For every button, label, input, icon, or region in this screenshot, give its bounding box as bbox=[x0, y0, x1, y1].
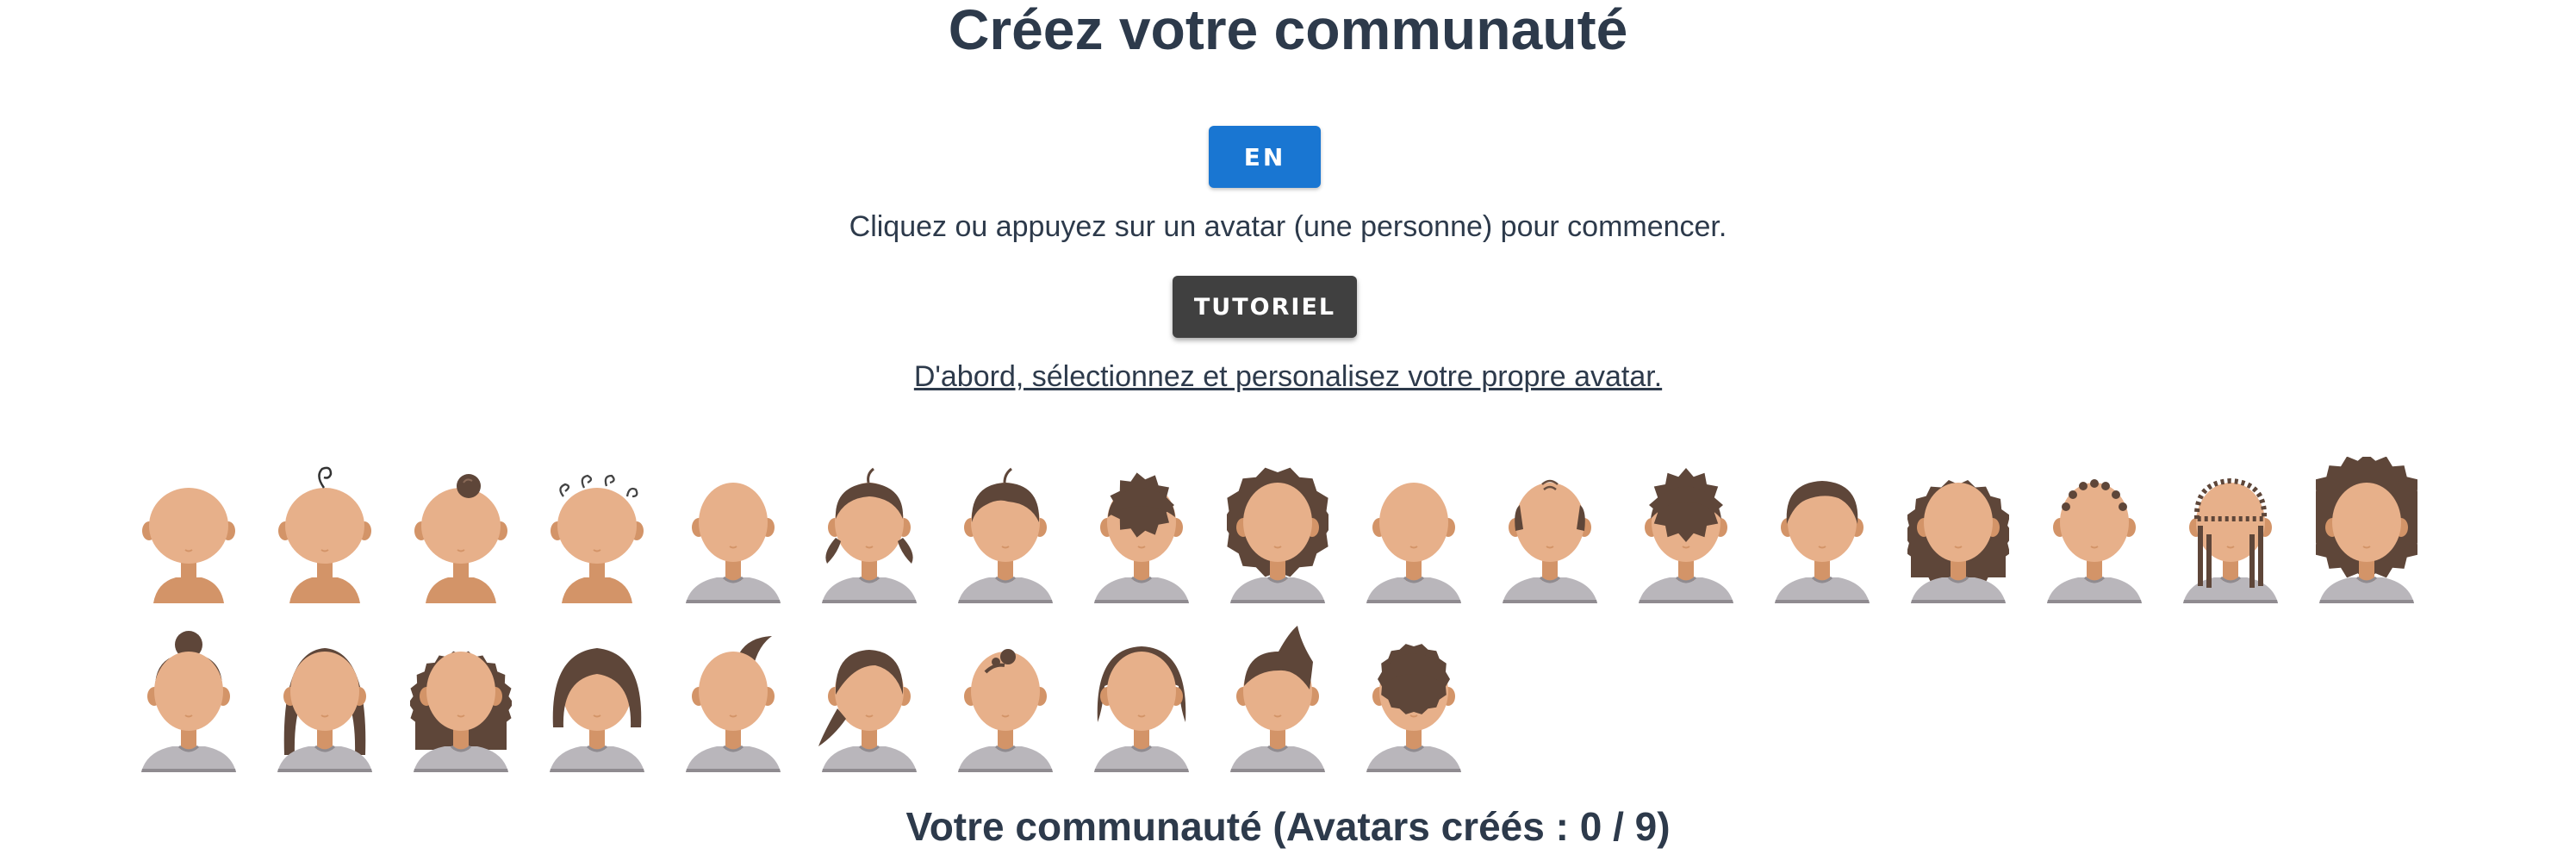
small-bun-avatar-icon[interactable] bbox=[955, 626, 1056, 772]
pigtails-avatar-icon[interactable] bbox=[818, 457, 920, 603]
curly-short-avatar-icon[interactable] bbox=[1091, 457, 1192, 603]
bald-avatar-icon[interactable] bbox=[682, 457, 784, 603]
curly-medium-avatar-icon[interactable] bbox=[1227, 457, 1328, 603]
page-title: Créez votre communauté bbox=[948, 0, 1628, 61]
baby-curl-avatar-icon[interactable] bbox=[274, 457, 376, 603]
top-bun-avatar-icon[interactable] bbox=[138, 626, 240, 772]
personalize-hint-link[interactable]: D'abord, sélectionnez et personalisez vo… bbox=[0, 360, 2576, 394]
short-cropped-avatar-icon[interactable] bbox=[2044, 457, 2145, 603]
avatar-gallery bbox=[138, 457, 2447, 795]
spiky-curly-avatar-icon[interactable] bbox=[1635, 457, 1737, 603]
long-curly-avatar-icon[interactable] bbox=[1907, 457, 2009, 603]
instructions-text: Cliquez ou appuyez sur un avatar (une pe… bbox=[849, 210, 1727, 243]
bangs-bob-avatar-icon[interactable] bbox=[1091, 626, 1192, 772]
avatar-row bbox=[138, 626, 2447, 772]
long-wavy-avatar-icon[interactable] bbox=[410, 626, 512, 772]
buzz-curls-avatar-icon[interactable] bbox=[1363, 626, 1465, 772]
afro-avatar-icon[interactable] bbox=[2316, 457, 2417, 603]
language-button[interactable]: EN bbox=[1209, 126, 1321, 188]
tutorial-button[interactable]: TUTORIEL bbox=[1173, 276, 1357, 338]
baby-curls-avatar-icon[interactable] bbox=[546, 457, 648, 603]
short-hair-avatar-icon[interactable] bbox=[955, 457, 1056, 603]
shaved-avatar-icon[interactable] bbox=[1363, 457, 1465, 603]
baby-bald-avatar-icon[interactable] bbox=[138, 457, 240, 603]
long-straight-avatar-icon[interactable] bbox=[274, 626, 376, 772]
swoop-avatar-icon[interactable] bbox=[682, 626, 784, 772]
baby-topknot-avatar-icon[interactable] bbox=[410, 457, 512, 603]
avatar-row bbox=[138, 457, 2447, 603]
balding-avatar-icon[interactable] bbox=[1499, 457, 1601, 603]
ponytail-avatar-icon[interactable] bbox=[818, 626, 920, 772]
bob-avatar-icon[interactable] bbox=[546, 626, 648, 772]
community-counter: Votre communauté (Avatars créés : 0 / 9) bbox=[905, 804, 1671, 849]
pompadour-avatar-icon[interactable] bbox=[1227, 626, 1328, 772]
side-part-avatar-icon[interactable] bbox=[1771, 457, 1873, 603]
long-braids-avatar-icon[interactable] bbox=[2180, 457, 2281, 603]
